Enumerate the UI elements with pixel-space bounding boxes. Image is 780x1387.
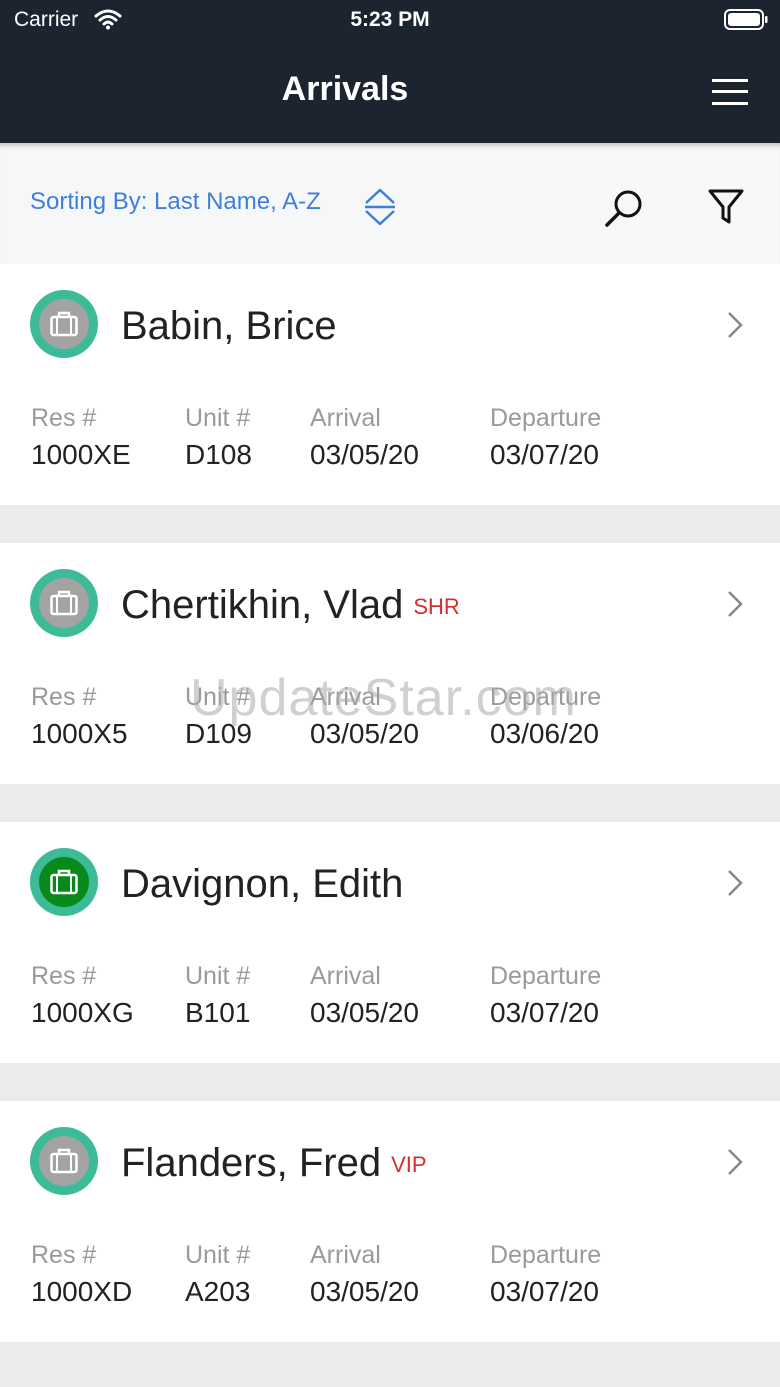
hamburger-menu-icon[interactable] [710,76,750,108]
luggage-icon [50,590,78,616]
res-number-field: Res #1000XD [31,1241,133,1307]
reservation-card[interactable]: Chertikhin, Vlad SHR Res #1000X5 Unit # D1… [0,543,780,784]
guest-name: Flanders, Fred VIP [121,1141,427,1185]
guest-name: Babin, Brice [121,304,337,348]
sort-toolbar: Sorting By: Last Name, A-Z [0,143,780,264]
unit-field: Unit # D108 [185,404,252,470]
unit-field: Unit # A203 [185,1241,251,1307]
departure-field: Departure 03/06/20 [490,683,602,749]
departure-field: Departure 03/07/20 [490,1241,602,1307]
res-number-field: Res #1000XG [31,962,134,1028]
clock: 5:23 PM [350,8,430,31]
guest-tag: VIP [391,1152,427,1177]
battery-icon [724,9,768,30]
status-bar: Carrier 5:23 PM [0,0,780,40]
guest-name: Chertikhin, Vlad SHR [121,583,460,627]
reservation-card[interactable]: Davignon, Edith Res #1000XG Unit # B101 A… [0,822,780,1063]
arrival-field: Arrival 03/05/20 [310,1241,419,1307]
reservation-card[interactable]: Flanders, Fred VIP Res #1000XD Unit # A203… [0,1101,780,1342]
guest-status-avatar [30,290,98,358]
sort-toggle-icon[interactable] [362,187,398,227]
guest-status-avatar [30,1127,98,1195]
res-number-field: Res #1000XE [31,404,131,470]
guest-status-avatar [30,848,98,916]
unit-field: Unit # D109 [185,683,252,749]
luggage-icon [50,311,78,337]
luggage-icon [50,869,78,895]
res-number-field: Res #1000X5 [31,683,128,749]
sort-button[interactable]: Sorting By: Last Name, A-Z [30,188,321,216]
arrival-field: Arrival 03/05/20 [310,404,419,470]
page-title: Arrivals [281,70,409,108]
arrival-field: Arrival 03/05/20 [310,683,419,749]
departure-field: Departure 03/07/20 [490,404,602,470]
unit-field: Unit # B101 [185,962,251,1028]
chevron-right-icon[interactable] [724,868,746,898]
luggage-icon [50,1148,78,1174]
reservation-card[interactable]: Babin, Brice Res #1000XE Unit # D108 Arri… [0,264,780,505]
chevron-right-icon[interactable] [724,1147,746,1177]
guest-tag: SHR [413,594,460,619]
arrival-field: Arrival 03/05/20 [310,962,419,1028]
chevron-right-icon[interactable] [724,310,746,340]
filter-icon[interactable] [706,187,746,227]
guest-name: Davignon, Edith [121,862,404,906]
chevron-right-icon[interactable] [724,589,746,619]
search-icon[interactable] [602,187,646,231]
departure-field: Departure 03/07/20 [490,962,602,1028]
guest-status-avatar [30,569,98,637]
app-header: Carrier 5:23 PM Arrivals [0,0,780,143]
